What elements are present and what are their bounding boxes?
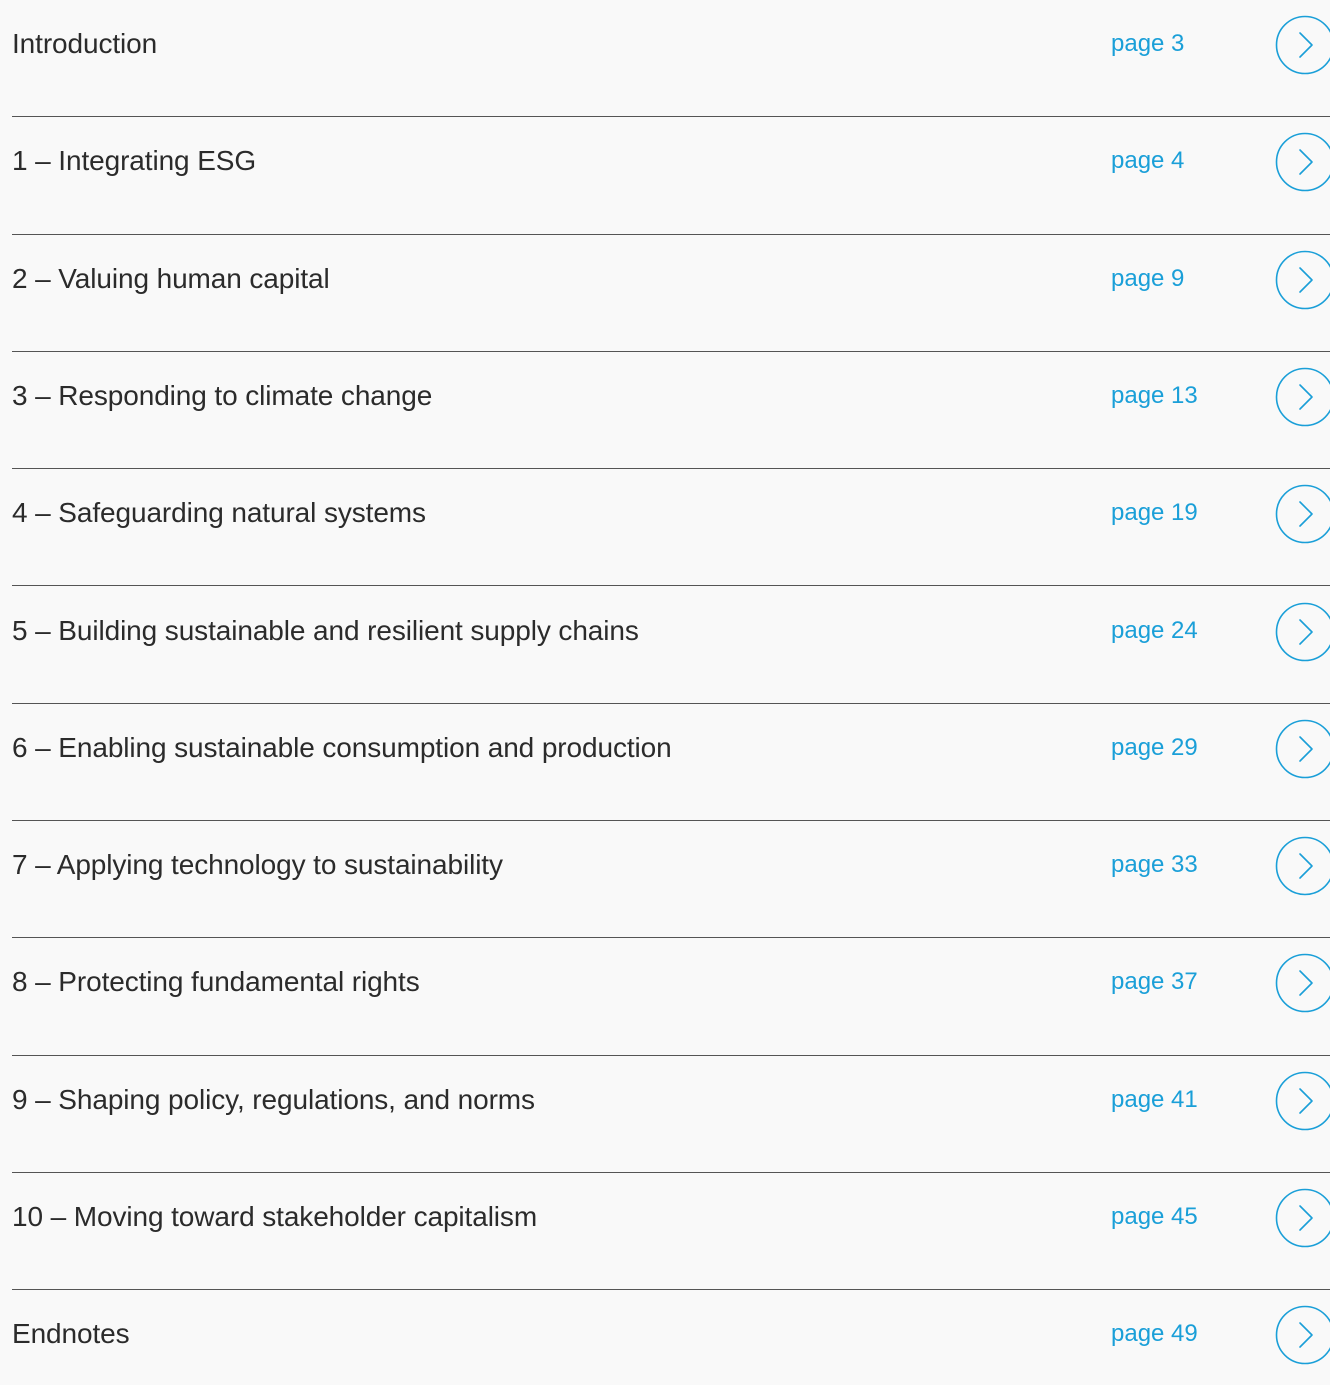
- toc-entry-title[interactable]: Endnotes: [12, 1318, 130, 1350]
- toc-entry-page-link[interactable]: page 33: [1111, 851, 1198, 879]
- toc-entry[interactable]: 4 – Safeguarding natural systems page 19: [12, 469, 1330, 587]
- toc-entry-page-link[interactable]: page 9: [1111, 265, 1184, 293]
- chevron-right-circle-icon[interactable]: [1274, 1187, 1330, 1249]
- toc-entry[interactable]: 5 – Building sustainable and resilient s…: [12, 587, 1330, 704]
- chevron-right-circle-icon[interactable]: [1274, 835, 1330, 897]
- toc-entry-page-link[interactable]: page 24: [1111, 617, 1198, 645]
- toc-entry[interactable]: 10 – Moving toward stakeholder capitalis…: [12, 1173, 1330, 1291]
- chevron-right-circle-icon[interactable]: [1274, 1070, 1330, 1132]
- toc-entry-title[interactable]: 10 – Moving toward stakeholder capitalis…: [12, 1201, 537, 1233]
- toc-entry[interactable]: 7 – Applying technology to sustainabilit…: [12, 821, 1330, 939]
- toc-entry-page-link[interactable]: page 4: [1111, 147, 1184, 175]
- toc-entry[interactable]: 3 – Responding to climate change page 13: [12, 352, 1330, 470]
- toc-entry[interactable]: 2 – Valuing human capital page 9: [12, 235, 1330, 352]
- toc-entry-page-link[interactable]: page 41: [1111, 1086, 1198, 1114]
- toc-entry[interactable]: 1 – Integrating ESG page 4: [12, 117, 1330, 235]
- chevron-right-circle-icon[interactable]: [1274, 14, 1330, 76]
- toc-entry-page-link[interactable]: page 19: [1111, 499, 1198, 527]
- toc-entry-page-link[interactable]: page 49: [1111, 1320, 1198, 1348]
- toc-entry-page-link[interactable]: page 29: [1111, 734, 1198, 762]
- toc-entry-title[interactable]: 1 – Integrating ESG: [12, 145, 256, 177]
- toc-entry-page-link[interactable]: page 3: [1111, 30, 1184, 58]
- toc-entry-title[interactable]: 6 – Enabling sustainable consumption and…: [12, 732, 672, 764]
- toc-entry-title[interactable]: 4 – Safeguarding natural systems: [12, 497, 426, 529]
- toc-entry-title[interactable]: Introduction: [12, 28, 157, 60]
- toc-entry-title[interactable]: 5 – Building sustainable and resilient s…: [12, 615, 639, 647]
- table-of-contents: Introduction page 3 1 – Integrating ESG pag…: [0, 0, 1330, 1385]
- chevron-right-circle-icon[interactable]: [1274, 718, 1330, 780]
- toc-entry-page-link[interactable]: page 37: [1111, 968, 1198, 996]
- toc-entry[interactable]: 8 – Protecting fundamental rights page 37: [12, 938, 1330, 1056]
- toc-entry-title[interactable]: 7 – Applying technology to sustainabilit…: [12, 849, 503, 881]
- toc-entry-title[interactable]: 2 – Valuing human capital: [12, 263, 330, 295]
- toc-entry-page-link[interactable]: page 13: [1111, 382, 1198, 410]
- toc-entry[interactable]: 9 – Shaping policy, regulations, and nor…: [12, 1056, 1330, 1173]
- toc-entry-title[interactable]: 3 – Responding to climate change: [12, 380, 432, 412]
- chevron-right-circle-icon[interactable]: [1274, 952, 1330, 1014]
- chevron-right-circle-icon[interactable]: [1274, 1304, 1330, 1366]
- toc-entry[interactable]: 6 – Enabling sustainable consumption and…: [12, 704, 1330, 822]
- chevron-right-circle-icon[interactable]: [1274, 601, 1330, 663]
- toc-entry[interactable]: Introduction page 3: [12, 0, 1330, 118]
- chevron-right-circle-icon[interactable]: [1274, 483, 1330, 545]
- toc-entry-title[interactable]: 9 – Shaping policy, regulations, and nor…: [12, 1084, 535, 1116]
- toc-entry[interactable]: Endnotes page 49: [12, 1290, 1330, 1385]
- chevron-right-circle-icon[interactable]: [1274, 366, 1330, 428]
- chevron-right-circle-icon[interactable]: [1274, 249, 1330, 311]
- toc-entry-title[interactable]: 8 – Protecting fundamental rights: [12, 966, 420, 998]
- toc-entry-page-link[interactable]: page 45: [1111, 1203, 1198, 1231]
- chevron-right-circle-icon[interactable]: [1274, 131, 1330, 193]
